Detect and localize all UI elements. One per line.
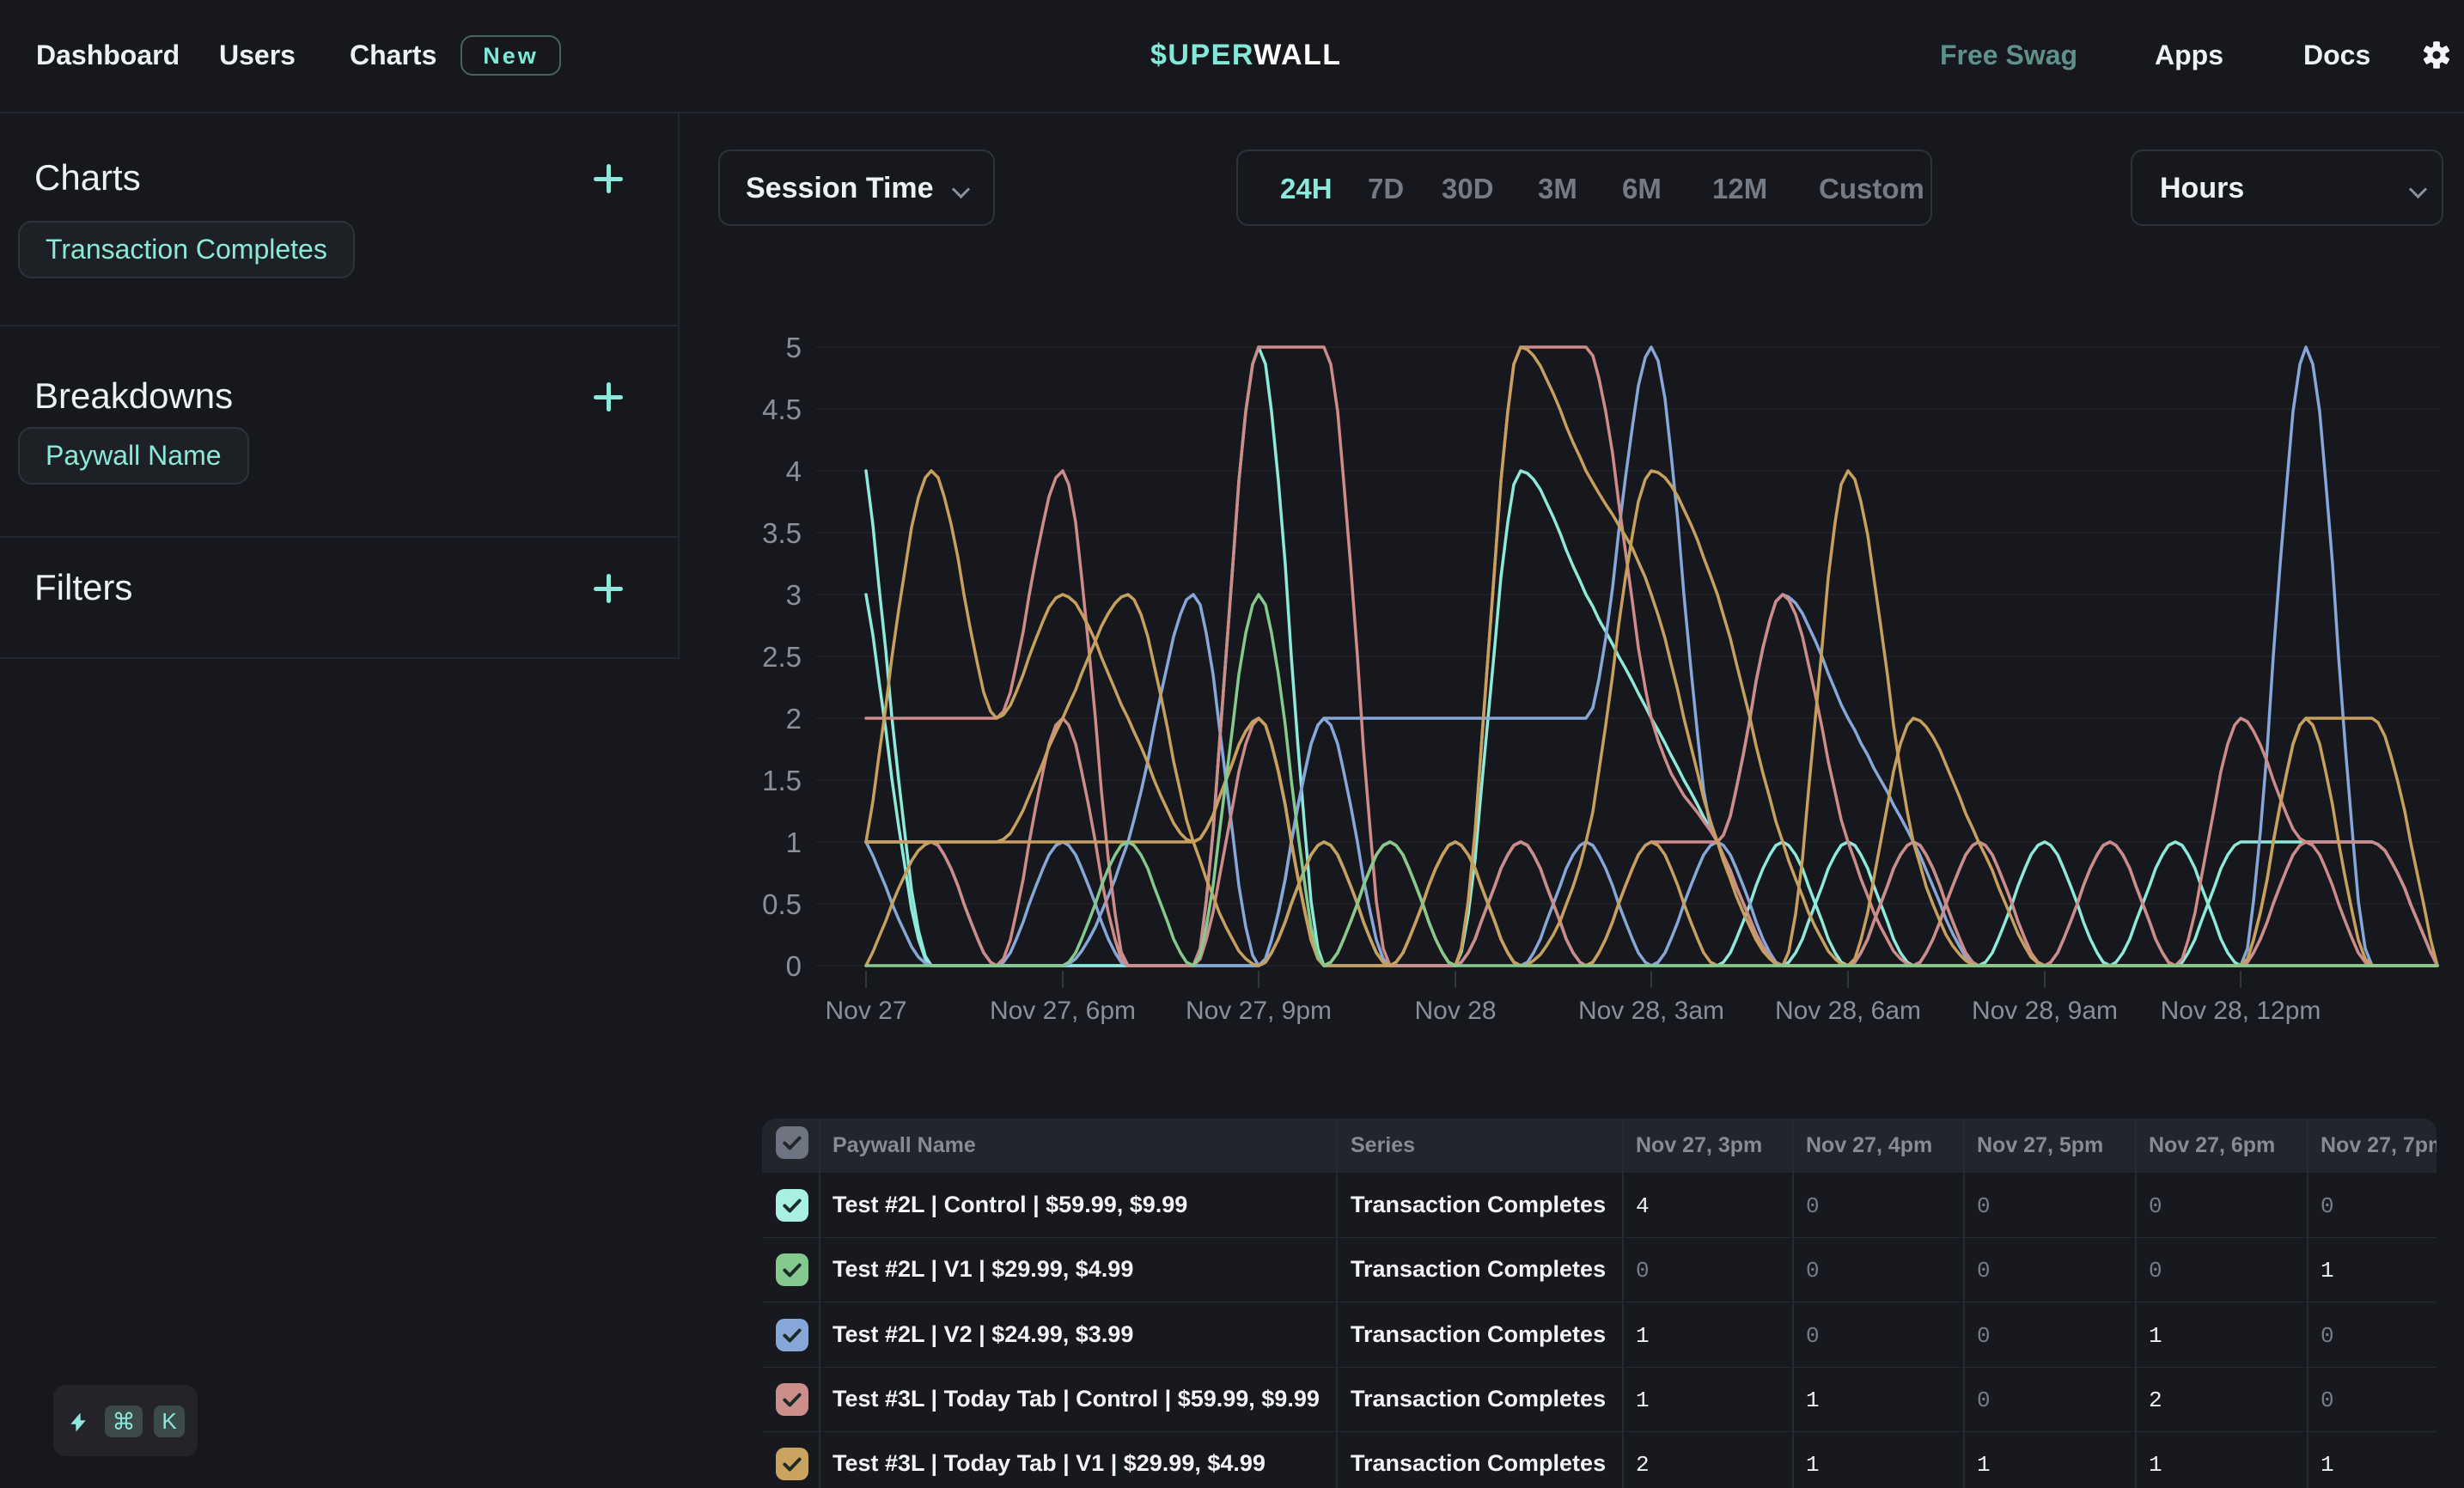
svg-text:Nov 28, 6am: Nov 28, 6am [1775, 997, 1921, 1025]
svg-text:Nov 28, 3am: Nov 28, 3am [1578, 997, 1724, 1025]
svg-text:4.5: 4.5 [762, 393, 802, 425]
svg-text:Nov 28: Nov 28 [1414, 997, 1496, 1025]
svg-text:1: 1 [786, 826, 802, 858]
svg-text:2.5: 2.5 [762, 641, 802, 673]
svg-text:5: 5 [786, 332, 802, 363]
svg-text:Nov 28, 12pm: Nov 28, 12pm [2161, 997, 2321, 1025]
svg-text:3: 3 [786, 579, 802, 611]
svg-text:1.5: 1.5 [762, 765, 802, 796]
svg-text:0.5: 0.5 [762, 888, 802, 920]
svg-text:Nov 28, 9am: Nov 28, 9am [1972, 997, 2118, 1025]
svg-text:Nov 27, 6pm: Nov 27, 6pm [990, 997, 1136, 1025]
svg-text:Nov 27, 9pm: Nov 27, 9pm [1186, 997, 1332, 1025]
svg-text:2: 2 [786, 703, 802, 735]
svg-text:4: 4 [786, 455, 802, 487]
svg-text:0: 0 [786, 950, 802, 982]
svg-text:3.5: 3.5 [762, 517, 802, 549]
svg-text:Nov 27: Nov 27 [825, 997, 906, 1025]
